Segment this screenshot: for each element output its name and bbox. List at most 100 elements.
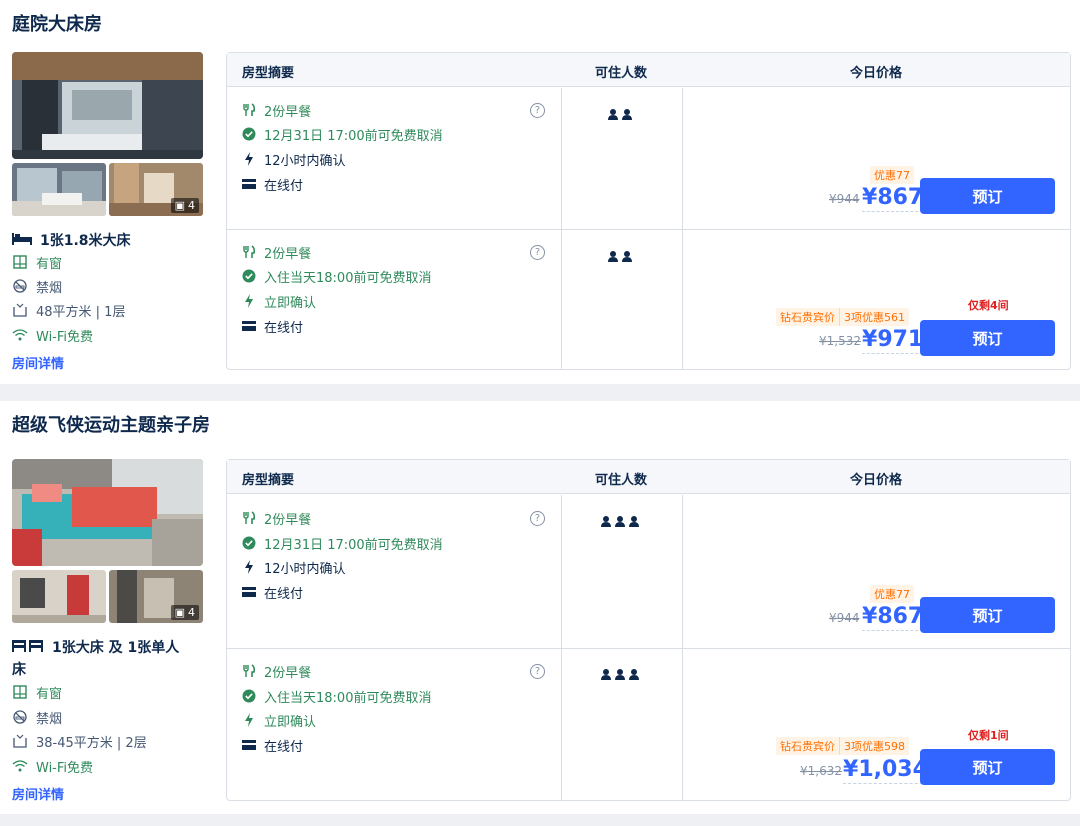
offers-tag[interactable]: 3项优惠561 <box>840 308 909 326</box>
room-details-link[interactable]: 房间详情 <box>12 784 64 803</box>
cancel-label: 入住当天18:00前可免费取消 <box>264 270 432 286</box>
book-button[interactable]: 预订 <box>920 597 1055 633</box>
room-photo-thumb[interactable] <box>12 163 106 216</box>
header-summary: 房型摘要 <box>242 66 295 81</box>
help-icon[interactable]: ? <box>530 245 545 260</box>
feature-label: 禁烟 <box>36 280 63 296</box>
help-icon[interactable]: ? <box>530 103 545 118</box>
feature-label: 有窗 <box>36 256 63 272</box>
rate-row: 2份早餐 ? 12月31日 17:00前可免费取消 12小时内确认 在线付 优惠… <box>227 495 1070 648</box>
person-icon <box>601 516 611 531</box>
breakfast-info: 2份早餐 <box>242 508 311 528</box>
header-guests: 可住人数 <box>595 66 648 81</box>
bed-type: 1张1.8米大床 <box>12 230 131 252</box>
rate-table-header: 房型摘要 可住人数 今日价格 <box>227 460 1070 494</box>
guest-count <box>601 516 639 531</box>
payment-info: 在线付 <box>242 174 303 194</box>
breakfast-info: 2份早餐 <box>242 661 311 681</box>
rate-table: 房型摘要 可住人数 今日价格 2份早餐 ? 12月31日 17:00前可免费取消… <box>226 459 1071 801</box>
feature-label: Wi-Fi免费 <box>36 329 94 345</box>
confirm-label: 12小时内确认 <box>264 561 346 577</box>
room-info: ▣ 4 1张1.8米大床 有窗 禁烟 48平方米 | 1层 Wi-Fi免费 房间… <box>12 52 204 382</box>
image-icon: ▣ <box>174 199 185 212</box>
room-photo-main[interactable] <box>12 459 203 566</box>
rate-table-header: 房型摘要 可住人数 今日价格 <box>227 53 1070 87</box>
lightning-icon <box>242 560 256 574</box>
current-price[interactable]: ¥1,034 <box>843 757 928 784</box>
cancel-label: 12月31日 17:00前可免费取消 <box>264 128 443 144</box>
price-value: 867 <box>877 185 924 210</box>
room-card: 庭院大床房 ▣ 4 1张1.8米大床 有窗 禁烟 48平方米 | 1层 Wi-F… <box>0 0 1080 384</box>
book-button[interactable]: 预订 <box>920 320 1055 356</box>
person-icon <box>622 109 632 124</box>
current-price[interactable]: ¥867 <box>862 185 924 212</box>
original-price: ¥1,532 <box>819 334 861 348</box>
person-icon <box>608 251 618 266</box>
lightning-icon <box>242 294 256 308</box>
room-photo-thumb[interactable]: ▣ 4 <box>109 570 203 623</box>
fork-knife-icon <box>242 511 256 525</box>
room-photo-thumb[interactable]: ▣ 4 <box>109 163 203 216</box>
discount-tag: 优惠77 <box>870 166 914 184</box>
confirm-info: 12小时内确认 <box>242 557 346 577</box>
help-icon[interactable]: ? <box>530 511 545 526</box>
fork-knife-icon <box>242 103 256 117</box>
current-price[interactable]: ¥971 <box>862 327 924 354</box>
area-icon <box>12 302 28 318</box>
payment-info: 在线付 <box>242 582 303 602</box>
cancel-policy: 12月31日 17:00前可免费取消 <box>242 533 443 553</box>
area-icon <box>12 733 28 749</box>
payment-label: 在线付 <box>264 586 304 602</box>
breakfast-label: 2份早餐 <box>264 246 312 262</box>
payment-label: 在线付 <box>264 320 304 336</box>
header-guests: 可住人数 <box>595 473 648 488</box>
price-value: 971 <box>877 327 924 352</box>
help-icon[interactable]: ? <box>530 664 545 679</box>
feature-label: 有窗 <box>36 686 63 702</box>
no-smoking-icon <box>12 709 28 725</box>
person-icon <box>608 109 618 124</box>
confirm-info: 12小时内确认 <box>242 149 346 169</box>
header-price: 今日价格 <box>850 66 903 81</box>
wifi-icon <box>12 327 28 343</box>
card-icon <box>242 319 256 333</box>
member-tag: 钻石贵宾价 <box>776 308 840 326</box>
room-details-link[interactable]: 房间详情 <box>12 353 64 372</box>
breakfast-info: 2份早餐 <box>242 242 311 262</box>
image-icon: ▣ <box>174 606 185 619</box>
bed-label: 1张1.8米大床 <box>40 233 131 249</box>
payment-info: 在线付 <box>242 735 303 755</box>
feature-wifi: Wi-Fi免费 <box>12 756 93 776</box>
bed-label: 1张大床 及 1张单人 <box>52 640 180 656</box>
window-icon <box>12 684 28 700</box>
cancel-policy: 入住当天18:00前可免费取消 <box>242 686 431 706</box>
confirm-label: 立即确认 <box>264 295 317 311</box>
check-circle-icon <box>242 127 256 141</box>
payment-label: 在线付 <box>264 739 304 755</box>
feature-wifi: Wi-Fi免费 <box>12 325 93 345</box>
cancel-label: 入住当天18:00前可免费取消 <box>264 690 432 706</box>
person-icon <box>622 251 632 266</box>
photo-count-badge: ▣ 4 <box>170 198 199 213</box>
feature-label: 禁烟 <box>36 711 63 727</box>
person-icon <box>615 516 625 531</box>
bed-label-cont: 床 <box>12 662 26 678</box>
promo-tags: 钻石贵宾价 3项优惠561 <box>776 308 909 326</box>
room-photo-main[interactable] <box>12 52 203 159</box>
original-price: ¥1,632 <box>800 764 842 778</box>
payment-info: 在线付 <box>242 316 303 336</box>
feature-label: Wi-Fi免费 <box>36 760 94 776</box>
card-icon <box>242 177 256 191</box>
current-price[interactable]: ¥867 <box>862 604 924 631</box>
book-button[interactable]: 预订 <box>920 749 1055 785</box>
breakfast-info: 2份早餐 <box>242 100 311 120</box>
offers-tag[interactable]: 3项优惠598 <box>840 737 909 755</box>
cancel-policy: 入住当天18:00前可免费取消 <box>242 266 431 286</box>
rate-row: 2份早餐 ? 入住当天18:00前可免费取消 立即确认 在线付 仅剩4间 钻石贵… <box>227 229 1070 370</box>
photo-count: 4 <box>188 606 195 619</box>
person-icon <box>629 669 639 684</box>
person-icon <box>629 516 639 531</box>
confirm-info: 立即确认 <box>242 291 316 311</box>
book-button[interactable]: 预订 <box>920 178 1055 214</box>
room-photo-thumb[interactable] <box>12 570 106 623</box>
